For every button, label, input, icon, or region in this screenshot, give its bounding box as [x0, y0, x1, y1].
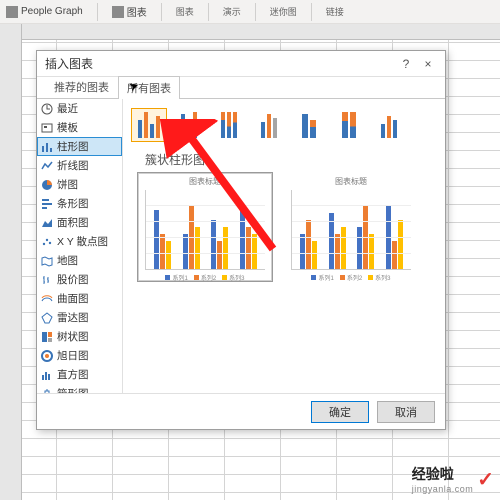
sidebar-item-label: 旭日图	[57, 348, 89, 363]
ribbon: People Graph 图表 图表 演示 迷你图 链接	[0, 0, 500, 24]
sidebar-item-surface[interactable]: 曲面图	[37, 289, 122, 308]
column-icon	[41, 141, 53, 153]
sidebar-item-pie[interactable]: 饼图	[37, 175, 122, 194]
sidebar-item-histogram[interactable]: 直方图	[37, 365, 122, 384]
subtype-stacked-column[interactable]	[171, 108, 207, 142]
ribbon-group-label: 图表	[176, 5, 194, 18]
scatter-icon	[41, 236, 53, 248]
recent-icon	[41, 103, 53, 115]
subtype-row	[131, 105, 437, 145]
chart-preview[interactable]: 图表标题系列1系列2系列3	[283, 172, 419, 282]
pie-icon	[41, 179, 53, 191]
dialog-titlebar: 插入图表 ? ×	[37, 51, 445, 77]
template-icon	[41, 122, 53, 134]
preview-legend: 系列1系列2系列3	[287, 273, 415, 282]
bar-icon	[41, 198, 53, 210]
ribbon-group-label: 链接	[326, 5, 344, 18]
insert-chart-dialog: 插入图表 ? × 推荐的图表 所有图表 ➤ 最近模板柱形图折线图饼图条形图面积图…	[36, 50, 446, 430]
addin-label: People Graph	[21, 6, 83, 17]
sidebar-item-label: 树状图	[57, 329, 89, 344]
sidebar-item-label: 柱形图	[57, 139, 89, 154]
chart-icon	[112, 6, 124, 18]
column-headers[interactable]	[0, 24, 500, 40]
chart-subtype-panel: 簇状柱形图 图表标题系列1系列2系列3图表标题系列1系列2系列3	[123, 99, 445, 393]
chart-preview[interactable]: 图表标题系列1系列2系列3	[137, 172, 273, 282]
sidebar-item-recent[interactable]: 最近	[37, 99, 122, 118]
preview-row: 图表标题系列1系列2系列3图表标题系列1系列2系列3	[137, 172, 437, 282]
checkmark-icon: ✓	[477, 467, 494, 492]
subtype-3d-clustered[interactable]	[251, 108, 287, 142]
sidebar-item-scatter[interactable]: X Y 散点图	[37, 232, 122, 251]
spreadsheet-grid[interactable]: 插入图表 ? × 推荐的图表 所有图表 ➤ 最近模板柱形图折线图饼图条形图面积图…	[0, 24, 500, 500]
ribbon-item[interactable]: 图表	[112, 4, 147, 19]
sidebar-item-radar[interactable]: 雷达图	[37, 308, 122, 327]
help-button[interactable]: ?	[397, 55, 415, 73]
sidebar-item-label: 折线图	[57, 158, 89, 173]
chart-type-sidebar: 最近模板柱形图折线图饼图条形图面积图 X Y 散点图地图股价图曲面图雷达图树状图旭…	[37, 99, 123, 393]
preview-plot	[291, 190, 411, 270]
sidebar-item-label: 箱形图	[57, 386, 89, 393]
ok-button[interactable]: 确定	[311, 401, 369, 423]
preview-title: 图表标题	[141, 176, 269, 187]
sidebar-item-label: 曲面图	[57, 291, 89, 306]
sidebar-item-map[interactable]: 地图	[37, 251, 122, 270]
watermark-url: jingyanla.com	[412, 484, 474, 494]
sidebar-item-line[interactable]: 折线图	[37, 156, 122, 175]
ribbon-group-label: 迷你图	[270, 5, 297, 18]
surface-icon	[41, 293, 53, 305]
subtype-3d-stacked[interactable]	[291, 108, 327, 142]
tab-recommended[interactable]: 推荐的图表	[45, 75, 118, 98]
addin-icon	[6, 6, 18, 18]
sidebar-item-column[interactable]: 柱形图	[37, 137, 122, 156]
watermark: 经验啦 jingyanla.com ✓	[412, 464, 494, 494]
sidebar-item-area[interactable]: 面积图	[37, 213, 122, 232]
close-button[interactable]: ×	[419, 55, 437, 73]
histogram-icon	[41, 369, 53, 381]
sidebar-item-label: 饼图	[57, 177, 78, 192]
subtype-100-stacked-column[interactable]	[211, 108, 247, 142]
treemap-icon	[41, 331, 53, 343]
sidebar-item-label: X Y 散点图	[57, 234, 108, 249]
sunburst-icon	[41, 350, 53, 362]
dialog-tabs: 推荐的图表 所有图表 ➤	[37, 77, 445, 99]
sidebar-item-label: 条形图	[57, 196, 89, 211]
row-headers[interactable]	[0, 24, 22, 500]
subtype-3d-column[interactable]	[371, 108, 407, 142]
sidebar-item-label: 股价图	[57, 272, 89, 287]
sidebar-item-bar[interactable]: 条形图	[37, 194, 122, 213]
sidebar-item-label: 地图	[57, 253, 78, 268]
sidebar-item-label: 雷达图	[57, 310, 89, 325]
map-icon	[41, 255, 53, 267]
radar-icon	[41, 312, 53, 324]
preview-title: 图表标题	[287, 176, 415, 187]
stock-icon	[41, 274, 53, 286]
sidebar-item-boxwhisker[interactable]: 箱形图	[37, 384, 122, 393]
sidebar-item-template[interactable]: 模板	[37, 118, 122, 137]
watermark-name: 经验啦	[412, 466, 454, 482]
sidebar-item-sunburst[interactable]: 旭日图	[37, 346, 122, 365]
sidebar-item-label: 直方图	[57, 367, 89, 382]
dialog-footer: 确定 取消	[37, 393, 445, 429]
sidebar-item-stock[interactable]: 股价图	[37, 270, 122, 289]
ribbon-label: 图表	[127, 4, 147, 19]
dialog-title: 插入图表	[45, 55, 93, 72]
sidebar-item-label: 面积图	[57, 215, 89, 230]
sidebar-item-treemap[interactable]: 树状图	[37, 327, 122, 346]
preview-plot	[145, 190, 265, 270]
line-icon	[41, 160, 53, 172]
ribbon-item[interactable]: People Graph	[6, 6, 83, 18]
ribbon-group-label: 演示	[223, 5, 241, 18]
preview-legend: 系列1系列2系列3	[141, 273, 269, 282]
subtype-clustered-column[interactable]	[131, 108, 167, 142]
sidebar-item-label: 模板	[57, 120, 78, 135]
subtype-3d-100-stacked[interactable]	[331, 108, 367, 142]
tab-all-charts[interactable]: 所有图表	[118, 76, 180, 99]
subtype-title: 簇状柱形图	[145, 151, 437, 168]
cancel-button[interactable]: 取消	[377, 401, 435, 423]
sidebar-item-label: 最近	[57, 101, 78, 116]
area-icon	[41, 217, 53, 229]
